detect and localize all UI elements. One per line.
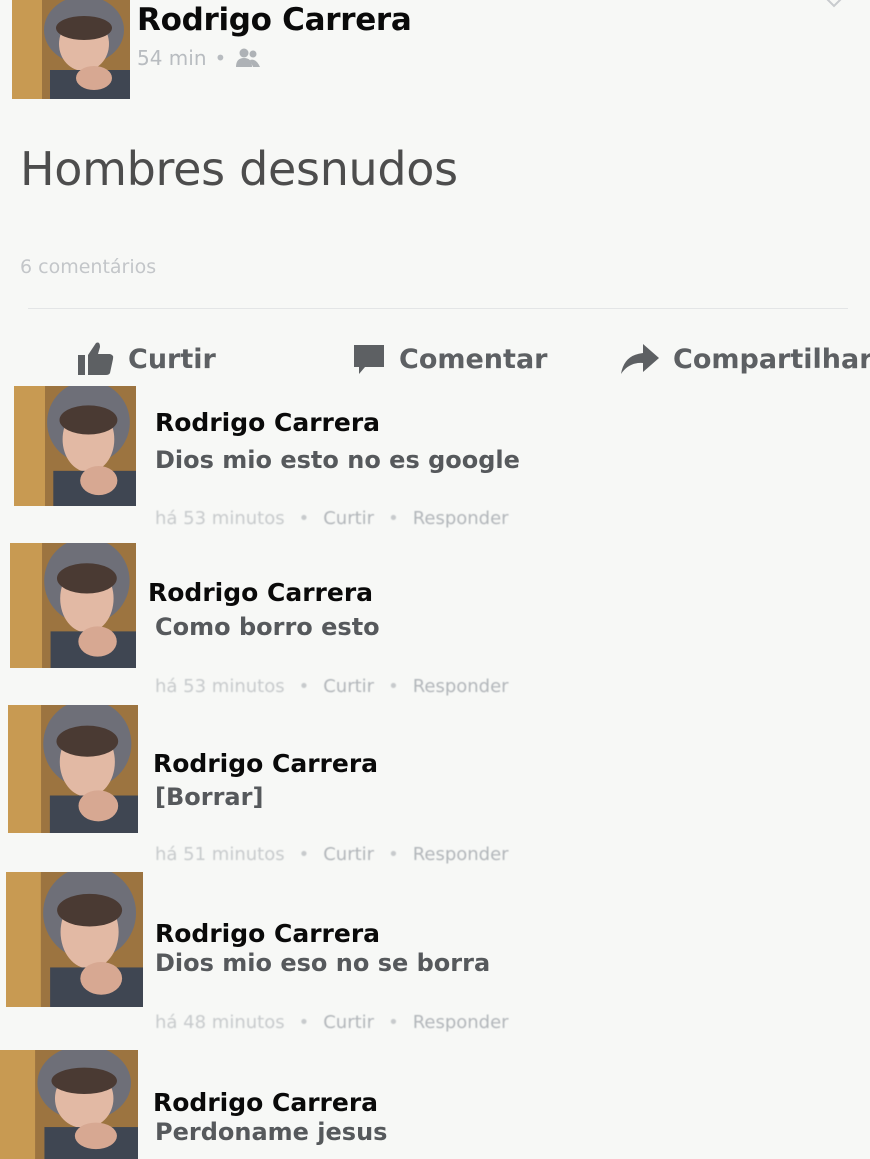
comment-like-link[interactable]: Curtir bbox=[323, 676, 374, 697]
comment-text: Dios mio eso no se borra bbox=[155, 949, 491, 977]
meta-separator: • bbox=[388, 508, 399, 529]
comment-time: há 48 minutos bbox=[155, 1012, 285, 1033]
comment-item: Rodrigo Carrera [Borrar] há 51 minutos •… bbox=[0, 705, 870, 865]
like-label: Curtir bbox=[128, 343, 216, 375]
comment-author[interactable]: Rodrigo Carrera bbox=[155, 408, 380, 437]
meta-separator: • bbox=[298, 508, 310, 529]
comments-count[interactable]: 6 comentários bbox=[20, 256, 156, 278]
meta-separator: • bbox=[298, 676, 310, 697]
meta-separator: • bbox=[388, 676, 399, 697]
comment-item: Rodrigo Carrera Dios mio eso no se borra… bbox=[0, 872, 870, 1033]
share-label: Compartilhar bbox=[673, 343, 870, 375]
comment-item: Rodrigo Carrera Perdoname jesus bbox=[0, 1050, 870, 1159]
comment-text: Como borro esto bbox=[155, 613, 380, 641]
author-avatar[interactable] bbox=[12, 0, 130, 99]
comment-time: há 53 minutos bbox=[155, 676, 285, 697]
comment-avatar[interactable] bbox=[0, 1050, 138, 1159]
post-time[interactable]: 54 min bbox=[137, 46, 207, 70]
comment-text: Perdoname jesus bbox=[155, 1118, 388, 1146]
meta-separator: • bbox=[298, 844, 310, 865]
comment-meta: há 53 minutos • Curtir • Responder bbox=[155, 676, 509, 697]
comment-avatar[interactable] bbox=[14, 386, 136, 506]
comment-reply-link[interactable]: Responder bbox=[413, 1012, 509, 1033]
comment-time: há 51 minutos bbox=[155, 844, 285, 865]
thumbs-up-icon bbox=[78, 342, 114, 375]
post-author-name[interactable]: Rodrigo Carrera bbox=[137, 2, 412, 38]
comment-icon bbox=[354, 345, 384, 374]
comment-like-link[interactable]: Curtir bbox=[323, 1012, 374, 1033]
comment-like-link[interactable]: Curtir bbox=[323, 844, 374, 865]
post-header: Rodrigo Carrera 54 min • bbox=[0, 0, 870, 110]
comment-avatar[interactable] bbox=[10, 543, 136, 668]
share-arrow-icon bbox=[621, 344, 659, 374]
post-meta: 54 min • bbox=[137, 46, 262, 70]
friends-icon bbox=[236, 48, 261, 67]
comment-author[interactable]: Rodrigo Carrera bbox=[153, 1088, 378, 1117]
post-text: Hombres desnudos bbox=[20, 142, 458, 196]
comment-item: Rodrigo Carrera Como borro esto há 53 mi… bbox=[0, 543, 870, 703]
comment-reply-link[interactable]: Responder bbox=[413, 844, 509, 865]
share-button[interactable]: Compartilhar bbox=[619, 332, 870, 386]
meta-separator: • bbox=[214, 46, 227, 70]
comment-like-link[interactable]: Curtir bbox=[323, 508, 374, 529]
comment-text: [Borrar] bbox=[155, 783, 264, 811]
meta-separator: • bbox=[298, 1012, 310, 1033]
meta-separator: • bbox=[388, 1012, 399, 1033]
comment-meta: há 48 minutos • Curtir • Responder bbox=[155, 1012, 509, 1033]
comment-author[interactable]: Rodrigo Carrera bbox=[155, 919, 380, 948]
comment-author[interactable]: Rodrigo Carrera bbox=[153, 749, 378, 778]
comment-reply-link[interactable]: Responder bbox=[413, 676, 509, 697]
divider bbox=[28, 308, 848, 309]
comment-avatar[interactable] bbox=[8, 705, 138, 833]
comment-item: Rodrigo Carrera Dios mio esto no es goog… bbox=[0, 386, 870, 546]
comment-meta: há 51 minutos • Curtir • Responder bbox=[155, 844, 509, 865]
like-button[interactable]: Curtir bbox=[76, 332, 216, 386]
comment-author[interactable]: Rodrigo Carrera bbox=[148, 578, 373, 607]
comment-reply-link[interactable]: Responder bbox=[413, 508, 509, 529]
comment-time: há 53 minutos bbox=[155, 508, 285, 529]
comment-button[interactable]: Comentar bbox=[351, 332, 547, 386]
action-bar: Curtir Comentar Compartilhar bbox=[0, 332, 870, 386]
comment-label: Comentar bbox=[399, 343, 548, 375]
comment-avatar[interactable] bbox=[6, 872, 143, 1007]
comment-meta: há 53 minutos • Curtir • Responder bbox=[155, 508, 509, 529]
chevron-down-icon[interactable] bbox=[822, 0, 846, 10]
meta-separator: • bbox=[388, 844, 399, 865]
comment-text: Dios mio esto no es google bbox=[155, 446, 520, 474]
